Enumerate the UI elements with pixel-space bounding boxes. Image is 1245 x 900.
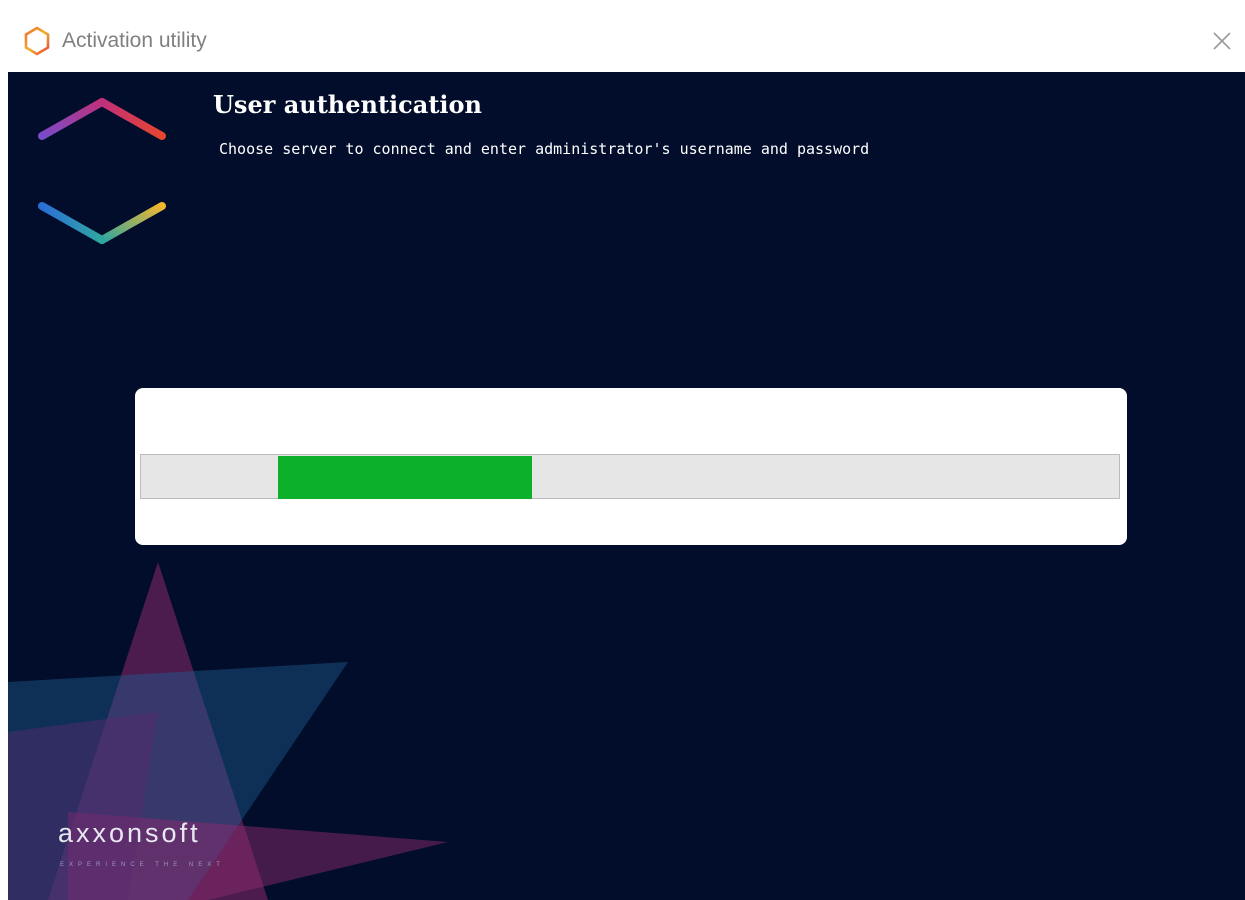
hexagon-logo-icon [32, 96, 172, 246]
main-panel: User authentication Choose server to con… [8, 72, 1245, 900]
brand-logo: axxonsoft EXPERIENCE THE NEXT [58, 818, 318, 878]
close-icon [1213, 32, 1231, 50]
activation-utility-window: Activation utility User authentication C… [0, 0, 1245, 900]
brand-tagline: EXPERIENCE THE NEXT [60, 862, 225, 868]
title-bar[interactable]: Activation utility [8, 12, 1245, 70]
page-title: User authentication [213, 90, 482, 119]
progress-bar-fill [278, 456, 532, 499]
close-button[interactable] [1203, 22, 1241, 60]
progress-card [135, 388, 1127, 545]
page-subtitle: Choose server to connect and enter admin… [219, 140, 870, 158]
progress-bar [140, 454, 1120, 499]
brand-name: axxonsoft [58, 818, 201, 848]
window-title: Activation utility [62, 29, 207, 52]
hexagon-logo-icon [24, 26, 50, 56]
